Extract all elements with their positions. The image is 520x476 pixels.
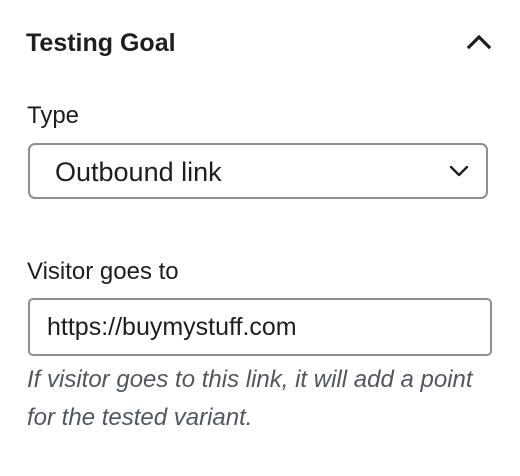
visitor-goes-to-input[interactable] xyxy=(28,298,492,356)
chevron-down-icon xyxy=(448,163,470,179)
panel-title: Testing Goal xyxy=(26,29,176,57)
chevron-up-icon[interactable] xyxy=(462,26,496,56)
testing-goal-panel-header[interactable]: Testing Goal xyxy=(0,0,520,86)
type-label: Type xyxy=(27,102,80,129)
type-select-value: Outbound link xyxy=(55,157,222,187)
type-select[interactable]: Outbound link xyxy=(28,143,488,199)
visitor-goes-to-label: Visitor goes to xyxy=(27,258,179,285)
help-text: If visitor goes to this link, it will ad… xyxy=(27,366,473,431)
